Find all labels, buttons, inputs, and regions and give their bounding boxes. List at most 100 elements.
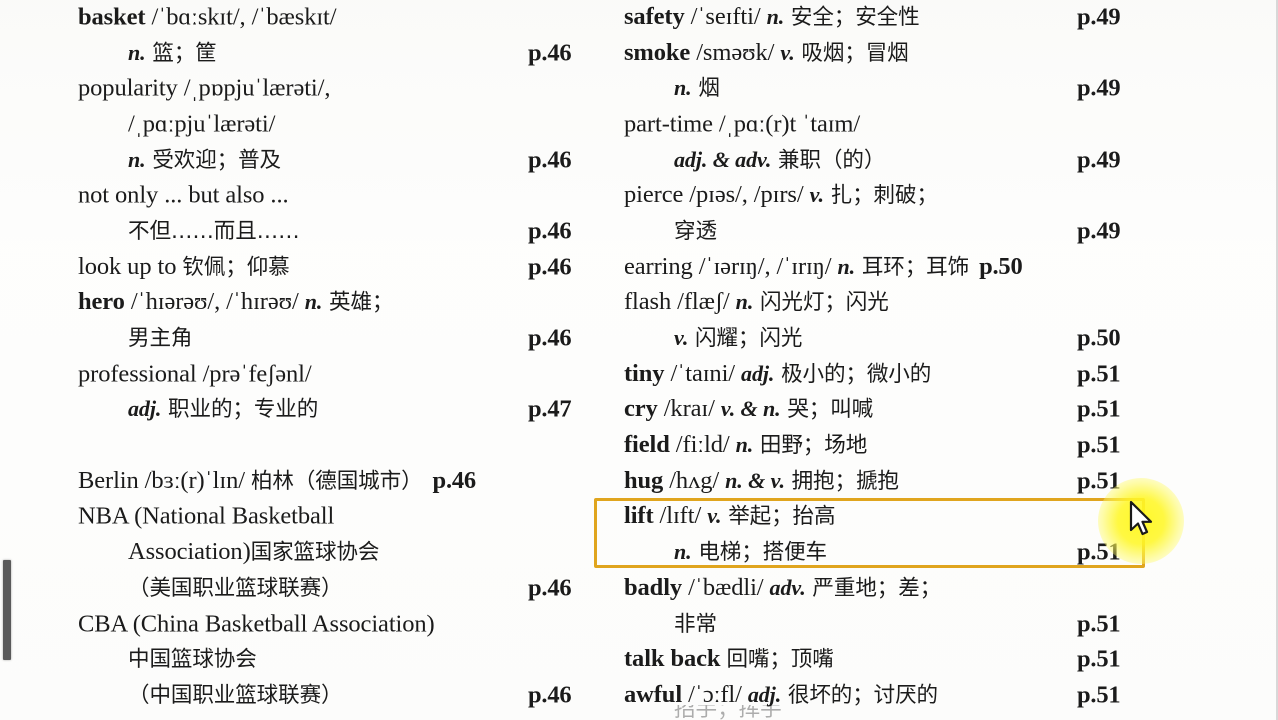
chinese-definition: 耳环；耳饰 [855,254,970,280]
part-of-speech: adj. [741,360,775,386]
part-of-speech: n. [766,3,785,29]
vocabulary-entry[interactable]: earring /ˈɪərɪŋ/, /ˈɪrɪŋ/ n. 耳环；耳饰 p.50 [600,250,1200,286]
headword: not only ... but also ... [78,181,289,209]
vocabulary-entry[interactable]: popularity /ˌpɒpjuˈlærəti/, /ˌpɑːpjuˈlærə… [0,71,600,178]
vocabulary-entry[interactable]: safety /ˈseɪfti/ n. 安全；安全性 p.49 [600,0,1200,36]
headword: popularity [78,74,178,102]
entry-line-text: not only ... but also ... [78,178,289,214]
entry-line-text: Association)国家篮球协会 [128,534,379,571]
part-of-speech: adj. [128,396,162,422]
vocabulary-entry[interactable]: not only ... but also ... 不但……而且…… p.46 [0,178,600,249]
chinese-definition: （美国职业篮球联赛） [128,575,343,601]
vocabulary-entry[interactable]: hero /ˈhɪərəʊ/, /ˈhɪrəʊ/ n. 英雄； 男主角 p.46 [0,286,600,357]
entry-line-text: hug /hʌg/ n. & v. 拥抱；搋抱 [624,463,899,500]
entry-line: part-time /ˌpɑː(r)t ˈtaɪm/ [600,107,1200,143]
page-reference: p.46 [528,324,572,352]
page-reference: p.49 [1077,217,1121,245]
vocabulary-entry[interactable]: professional /prəˈfeʃənl/adj. 职业的；专业的 p.4… [0,357,600,428]
entry-line-text: lift /lɪft/ v. 举起；抬高 [624,498,836,535]
phonetic-transcription: /bɜː(r)ˈlɪn/ [138,466,251,494]
headword: basket [78,3,146,31]
chinese-definition: 不但……而且…… [128,218,300,244]
entry-line: earring /ˈɪərɪŋ/, /ˈɪrɪŋ/ n. 耳环；耳饰 p.50 [600,250,1200,286]
entry-line: 非常 p.51 [600,607,1200,643]
chinese-definition: 柏林（德国城市） [250,468,423,494]
phonetic-transcription: /lɪft/ [653,502,708,530]
phonetic-transcription: /ˈɪərɪŋ/, /ˈɪrɪŋ/ [692,252,838,280]
entry-line: talk back 回嘴；顶嘴 p.51 [600,642,1200,678]
entry-line-text: adj. & adv. 兼职（的） [674,142,885,179]
vocabulary-entry[interactable]: field /fiːld/ n. 田野；场地 p.51 [600,428,1200,464]
vocabulary-entry-highlighted[interactable]: lift /lɪft/ v. 举起；抬高 n. 电梯；搭便车 p.51 [600,500,1200,571]
entry-line-text: talk back 回嘴；顶嘴 [624,641,834,678]
vocabulary-entry[interactable]: talk back 回嘴；顶嘴 p.51 [600,642,1200,678]
entry-line-text: /ˌpɑːpjuˈlærəti/ [128,106,275,142]
entry-line-text: part-time /ˌpɑː(r)t ˈtaɪm/ [624,106,860,142]
phonetic-transcription: /flæʃ/ [671,288,736,316]
chinese-definition: 严重地；差； [805,575,942,601]
headword: awful [624,680,683,708]
left-edge-scroll-bar[interactable] [3,560,11,660]
headword: professional [78,360,197,388]
entry-line-text: （中国职业篮球联赛） [128,677,343,714]
entry-line: field /fiːld/ n. 田野；场地 p.51 [600,428,1200,464]
phonetic-transcription: /ˈhɪərəʊ/, /ˈhɪrəʊ/ [124,288,305,316]
part-of-speech: adv. [769,574,806,600]
vocabulary-entry[interactable]: look up to 钦佩；仰慕 p.46 [0,250,600,286]
phonetic-transcription: /ˈseɪfti/ [684,2,767,30]
entry-line: NBA (National Basketball [0,500,600,536]
headword: NBA (National Basketball [78,502,335,530]
entry-line: Berlin /bɜː(r)ˈlɪn/ 柏林（德国城市） p.46 [0,464,600,500]
entry-line: not only ... but also ... [0,178,600,214]
entry-line: v. 闪耀；闪光 p.50 [600,321,1200,357]
chinese-definition: 非常 [674,611,717,637]
vocabulary-entry[interactable]: part-time /ˌpɑː(r)t ˈtaɪm/adj. & adv. 兼职… [600,107,1200,178]
vocabulary-entry[interactable]: Berlin /bɜː(r)ˈlɪn/ 柏林（德国城市） p.46 [0,464,600,500]
entry-line-text: Berlin /bɜː(r)ˈlɪn/ 柏林（德国城市） p.46 [78,463,476,500]
entry-line: badly /ˈbædli/ adv. 严重地；差； [600,571,1200,607]
page-reference: p.51 [1077,645,1121,673]
vocabulary-entry[interactable]: basket /ˈbɑːskɪt/, /ˈbæskɪt/n. 篮；筐 p.46 [0,0,600,71]
entry-line-text: adj. 职业的；专业的 [128,391,318,428]
headword: CBA (China Basketball Association) [78,609,435,637]
vocabulary-entry[interactable]: tiny /ˈtaɪni/ adj. 极小的；微小的 p.51 [600,357,1200,393]
document-page: basket /ˈbɑːskɪt/, /ˈbæskɪt/n. 篮；筐 p.46 po… [0,0,1278,720]
vocabulary-entry[interactable]: pierce /pɪəs/, /pɪrs/ v. 扎；刺破； 穿透 p.49 [600,178,1200,249]
vocabulary-entry[interactable]: cry /kraɪ/ v. & n. 哭；叫喊 p.51 [600,393,1200,429]
part-of-speech: n. [128,146,146,172]
headword: smoke [624,38,691,66]
vocabulary-entry[interactable]: NBA (National Basketball Association)国家篮球… [0,500,600,607]
page-reference: p.51 [1077,538,1121,566]
vocabulary-entry[interactable]: CBA (China Basketball Association) 中国篮球协会… [0,607,600,714]
entry-line: safety /ˈseɪfti/ n. 安全；安全性 p.49 [600,0,1200,36]
vocabulary-entry[interactable]: flash /flæʃ/ n. 闪光灯；闪光 v. 闪耀；闪光 p.50 [600,286,1200,357]
entry-line-text: 中国篮球协会 [128,641,257,678]
chinese-definition: 闪耀；闪光 [688,325,803,351]
entry-line-text: field /fiːld/ n. 田野；场地 [624,427,867,464]
part-of-speech: n. [304,289,323,315]
entry-line-text: basket /ˈbɑːskɪt/, /ˈbæskɪt/ [78,0,337,35]
vocabulary-entry[interactable]: badly /ˈbædli/ adv. 严重地；差； 非常 p.51 [600,571,1200,642]
part-of-speech: n. [674,75,692,101]
entry-line-text: 男主角 [128,320,192,357]
entry-line-text: n. 烟 [674,70,720,107]
page-reference: p.51 [1077,609,1121,637]
headword: hero [78,288,125,316]
page-reference: p.46 [432,466,477,494]
vocabulary-entry[interactable]: hug /hʌg/ n. & v. 拥抱；搋抱 p.51 [600,464,1200,500]
page-reference: p.51 [1077,467,1121,495]
chinese-definition: 国家篮球协会 [250,540,380,566]
headword: badly [624,573,683,601]
phonetic-transcription: /ˈbædli/ [682,573,770,601]
entry-line: n. 电梯；搭便车 p.51 [600,535,1200,571]
entry-line-text: v. 闪耀；闪光 [674,320,802,357]
page-reference: p.50 [979,252,1023,280]
entry-line-text: flash /flæʃ/ n. 闪光灯；闪光 [624,284,889,321]
chinese-definition: 电梯；搭便车 [691,540,828,566]
entry-line: /ˌpɑːpjuˈlærəti/ [0,107,600,143]
entry-line: pierce /pɪəs/, /pɪrs/ v. 扎；刺破； [600,178,1200,214]
page-reference: p.46 [528,574,572,602]
entry-line: Association)国家篮球协会 [0,535,600,571]
vocabulary-entry[interactable]: smoke /sməʊk/ v. 吸烟；冒烟 n. 烟 p.49 [600,36,1200,107]
entry-line-text: 不但……而且…… [128,213,300,250]
